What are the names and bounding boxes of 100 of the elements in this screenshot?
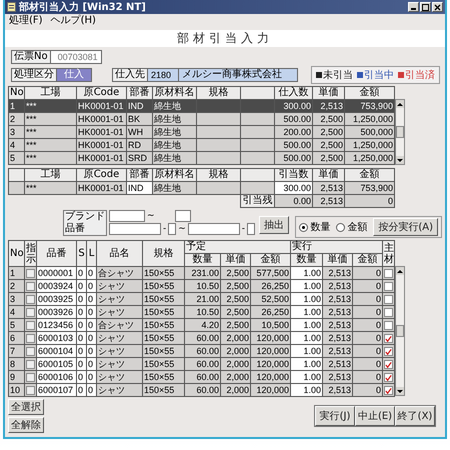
scrollbar[interactable] xyxy=(395,99,405,165)
table-cell: 綿生地 xyxy=(152,112,196,126)
scroll-thumb[interactable] xyxy=(396,325,404,337)
column-header: 主材 xyxy=(382,240,395,266)
table-cell: HK0001-01 xyxy=(76,126,126,138)
checkbox[interactable] xyxy=(26,386,35,396)
table-cell: シャツ xyxy=(96,384,142,396)
checkbox[interactable] xyxy=(384,386,394,396)
table-cell: HK0001-01 xyxy=(76,138,126,152)
checkbox[interactable] xyxy=(384,269,394,278)
part-suffix-field[interactable] xyxy=(247,223,256,235)
table-cell: 6000106 xyxy=(36,370,76,384)
checkbox[interactable] xyxy=(26,308,35,318)
minimize-button[interactable] xyxy=(408,2,419,12)
scroll-up-button[interactable] xyxy=(396,267,404,275)
checkbox[interactable] xyxy=(26,360,35,370)
column-header: 原材料名 xyxy=(152,86,196,100)
table-cell: 500.00 xyxy=(274,112,312,126)
checkbox[interactable] xyxy=(26,269,35,278)
scroll-down-button[interactable] xyxy=(396,387,404,395)
radio-option[interactable]: 金額 xyxy=(336,220,368,234)
table-cell: 6 xyxy=(8,332,24,344)
checkbox[interactable] xyxy=(384,347,394,356)
radio-button[interactable] xyxy=(299,222,308,232)
select-button[interactable]: 全解除 xyxy=(8,417,44,433)
part-number-label: 品番 xyxy=(64,223,86,235)
table-cell: 0003926 xyxy=(36,306,76,318)
scrollbar[interactable] xyxy=(395,266,406,396)
window-title: 部材引当入力 [Win32 NT] xyxy=(19,0,146,14)
action-button[interactable]: 終了(X) xyxy=(395,406,435,426)
brand-label: ブランド xyxy=(64,211,106,222)
table-cell: 4.20 xyxy=(184,318,220,332)
part-to-field[interactable] xyxy=(188,223,240,235)
table-row[interactable]: 3 *** HK0001-01 WH 綿生地 200.00 2,500 500,000 xyxy=(8,126,394,138)
checkbox[interactable] xyxy=(384,308,394,318)
scroll-thumb[interactable] xyxy=(396,126,404,138)
table-cell: シャツ xyxy=(96,292,142,306)
scroll-down-button[interactable] xyxy=(396,156,404,164)
brand-from-field[interactable] xyxy=(109,210,145,222)
menu-item[interactable]: 処理(F) xyxy=(9,15,43,27)
table-cell: HK0001-01 xyxy=(76,100,126,112)
maximize-button[interactable] xyxy=(420,2,431,12)
checkbox[interactable] xyxy=(384,295,394,304)
checkbox[interactable] xyxy=(26,295,35,304)
column-group-header: 予定 xyxy=(184,240,291,254)
table-row[interactable]: 5 *** HK0001-01 SRD 綿生地 500.00 2,500 1,250,000 xyxy=(8,152,394,164)
table-cell: 500,000 xyxy=(344,126,394,138)
radio-button[interactable] xyxy=(336,222,346,232)
radio-option[interactable]: 数量 xyxy=(299,220,330,234)
table-cell: 60.00 xyxy=(184,344,220,358)
checkbox[interactable] xyxy=(384,373,394,382)
part-suffix-field[interactable] xyxy=(168,223,176,235)
brand-to-field[interactable] xyxy=(174,210,191,222)
checkbox[interactable] xyxy=(26,282,35,292)
table-row[interactable]: 2 *** HK0001-01 BK 綿生地 500.00 2,500 1,250,000 xyxy=(8,112,394,126)
table-row[interactable]: 4 *** HK0001-01 RD 綿生地 500.00 2,500 1,250,000 xyxy=(8,138,394,152)
scroll-up-button[interactable] xyxy=(396,100,404,108)
table-cell: シャツ xyxy=(96,332,142,344)
checkbox[interactable] xyxy=(26,334,35,344)
column-header: 規格 xyxy=(196,168,240,182)
table-row[interactable]: 1 *** HK0001-01 IND 綿生地 300.00 2,513 753,900 xyxy=(8,100,394,112)
close-button[interactable] xyxy=(432,2,443,12)
distribute-button[interactable]: 按分実行(A) xyxy=(373,218,438,236)
table-cell: 300.00 xyxy=(274,182,312,194)
checkbox[interactable] xyxy=(26,321,35,330)
column-header: 金額 xyxy=(344,168,394,182)
table-cell: シャツ xyxy=(96,344,142,358)
checkbox[interactable] xyxy=(384,321,394,330)
checkbox[interactable] xyxy=(26,373,35,382)
select-button[interactable]: 全選択 xyxy=(8,399,44,415)
supplier-code-field[interactable]: 2180 xyxy=(148,68,179,82)
table-cell: 120,000 xyxy=(250,344,291,358)
table-cell: HK0001-01 xyxy=(76,182,126,194)
action-button[interactable]: 実行(J) xyxy=(315,406,355,426)
menu-item[interactable]: ヘルプ(H) xyxy=(50,15,96,27)
column-group-header: 実行 xyxy=(290,240,383,254)
checkbox[interactable] xyxy=(384,360,394,370)
table-cell: 150×55 xyxy=(142,306,184,318)
checkbox[interactable] xyxy=(26,347,35,356)
table-cell: 577,500 xyxy=(250,266,291,280)
table-cell: 150×55 xyxy=(142,358,184,370)
table-cell xyxy=(196,138,240,152)
table-cell: 6000103 xyxy=(36,332,76,344)
part-from-field[interactable] xyxy=(109,223,161,235)
action-button[interactable]: 中止(E) xyxy=(355,406,395,426)
table-cell: 753,900 xyxy=(344,100,394,112)
table-cell: 120,000 xyxy=(250,370,291,384)
column-header: 品名 xyxy=(96,240,142,266)
checkbox[interactable] xyxy=(384,282,394,292)
table-cell: 1 xyxy=(8,266,24,280)
table-cell: 10,500 xyxy=(250,318,291,332)
table-cell: 綿生地 xyxy=(152,152,196,164)
slip-number-field[interactable]: 00703081 xyxy=(50,50,102,64)
extract-button[interactable]: 抽出 xyxy=(259,216,290,234)
checkbox[interactable] xyxy=(384,334,394,344)
separator: - xyxy=(242,224,246,234)
table-cell: シャツ xyxy=(96,370,142,384)
table-cell: 綿生地 xyxy=(152,182,196,194)
form-title: 部材引当入力 xyxy=(5,30,445,47)
document-icon xyxy=(7,2,16,12)
